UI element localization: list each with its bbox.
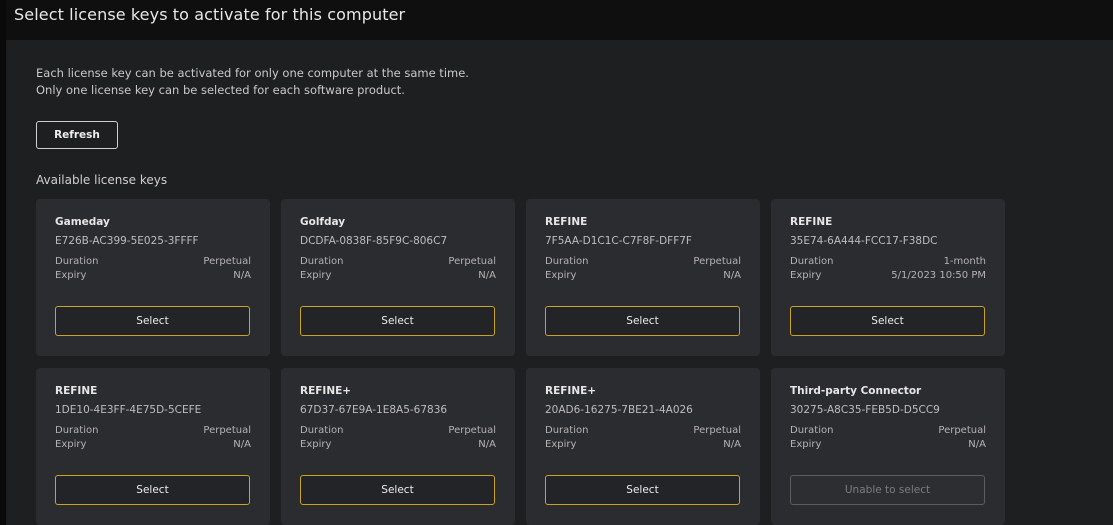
expiry-value: N/A [478,270,496,281]
expiry-value: N/A [968,439,986,450]
refresh-button[interactable]: Refresh [36,121,118,149]
expiry-row: Expiry N/A [55,269,251,283]
expiry-row: Expiry N/A [545,269,741,283]
license-card: REFINE 35E74-6A444-FCC17-F38DC Duration … [771,199,1005,356]
product-name: REFINE [790,216,833,228]
duration-label: Duration [790,425,834,436]
license-key: 30275-A8C35-FEB5D-D5CC9 [790,404,940,416]
license-key: 67D37-67E9A-1E8A5-67836 [300,404,448,416]
duration-row: Duration Perpetual [545,424,741,438]
select-button[interactable]: Select [55,306,250,336]
expiry-value: N/A [723,270,741,281]
license-key: 1DE10-4E3FF-4E75D-5CEFE [55,404,202,416]
info-text: Each license key can be activated for on… [36,65,469,99]
product-name: REFINE+ [545,385,597,397]
expiry-value: 5/1/2023 10:50 PM [891,270,986,281]
expiry-row: Expiry N/A [790,438,986,452]
duration-value: Perpetual [938,425,986,436]
duration-label: Duration [55,256,99,267]
select-button[interactable]: Select [300,475,495,505]
license-card: Golfday DCDFA-0838F-85F9C-806C7 Duration… [281,199,515,356]
duration-value: Perpetual [693,425,741,436]
available-keys-heading: Available license keys [36,173,168,187]
license-card: Third-party Connector 30275-A8C35-FEB5D-… [771,368,1005,525]
product-name: REFINE+ [300,385,352,397]
select-button[interactable]: Select [545,475,740,505]
select-button[interactable]: Select [300,306,495,336]
product-name: REFINE [545,216,588,228]
product-name: Golfday [300,216,346,228]
expiry-label: Expiry [790,439,822,450]
duration-value: Perpetual [448,425,496,436]
duration-label: Duration [790,256,834,267]
expiry-value: N/A [723,439,741,450]
duration-value: Perpetual [203,425,251,436]
expiry-row: Expiry N/A [300,269,496,283]
duration-row: Duration Perpetual [300,424,496,438]
duration-value: 1-month [943,256,986,267]
license-card: REFINE 7F5AA-D1C1C-C7F8F-DFF7F Duration … [526,199,760,356]
license-card: REFINE+ 20AD6-16275-7BE21-4A026 Duration… [526,368,760,525]
expiry-label: Expiry [545,439,577,450]
dialog-header: Select license keys to activate for this… [6,0,1113,40]
duration-value: Perpetual [448,256,496,267]
duration-label: Duration [545,425,589,436]
expiry-label: Expiry [300,439,332,450]
license-card: REFINE 1DE10-4E3FF-4E75D-5CEFE Duration … [36,368,270,525]
duration-value: Perpetual [203,256,251,267]
license-card: Gameday E726B-AC399-5E025-3FFFF Duration… [36,199,270,356]
info-line-2: Only one license key can be selected for… [36,83,405,97]
expiry-label: Expiry [545,270,577,281]
license-key: DCDFA-0838F-85F9C-806C7 [300,235,448,247]
expiry-row: Expiry N/A [55,438,251,452]
unable-to-select-button: Unable to select [790,475,985,505]
product-name: REFINE [55,385,98,397]
expiry-label: Expiry [300,270,332,281]
expiry-value: N/A [233,439,251,450]
duration-label: Duration [545,256,589,267]
license-card: REFINE+ 67D37-67E9A-1E8A5-67836 Duration… [281,368,515,525]
expiry-label: Expiry [55,439,87,450]
expiry-value: N/A [478,439,496,450]
product-name: Third-party Connector [790,385,922,397]
select-button[interactable]: Select [545,306,740,336]
page-title: Select license keys to activate for this… [14,4,406,24]
duration-label: Duration [300,425,344,436]
select-button[interactable]: Select [55,475,250,505]
license-key: 35E74-6A444-FCC17-F38DC [790,235,938,247]
duration-row: Duration 1-month [790,255,986,269]
expiry-row: Expiry N/A [300,438,496,452]
expiry-value: N/A [233,270,251,281]
duration-value: Perpetual [693,256,741,267]
duration-row: Duration Perpetual [790,424,986,438]
license-key: E726B-AC399-5E025-3FFFF [55,235,199,247]
duration-label: Duration [55,425,99,436]
license-key: 20AD6-16275-7BE21-4A026 [545,404,693,416]
product-name: Gameday [55,216,110,228]
info-line-1: Each license key can be activated for on… [36,66,469,80]
duration-row: Duration Perpetual [300,255,496,269]
duration-label: Duration [300,256,344,267]
expiry-row: Expiry N/A [545,438,741,452]
dialog-content: Each license key can be activated for on… [6,40,1113,525]
duration-row: Duration Perpetual [55,255,251,269]
license-grid: Gameday E726B-AC399-5E025-3FFFF Duration… [36,199,1005,525]
select-button[interactable]: Select [790,306,985,336]
expiry-label: Expiry [790,270,822,281]
expiry-label: Expiry [55,270,87,281]
duration-row: Duration Perpetual [545,255,741,269]
expiry-row: Expiry 5/1/2023 10:50 PM [790,269,986,283]
license-key: 7F5AA-D1C1C-C7F8F-DFF7F [545,235,692,247]
duration-row: Duration Perpetual [55,424,251,438]
